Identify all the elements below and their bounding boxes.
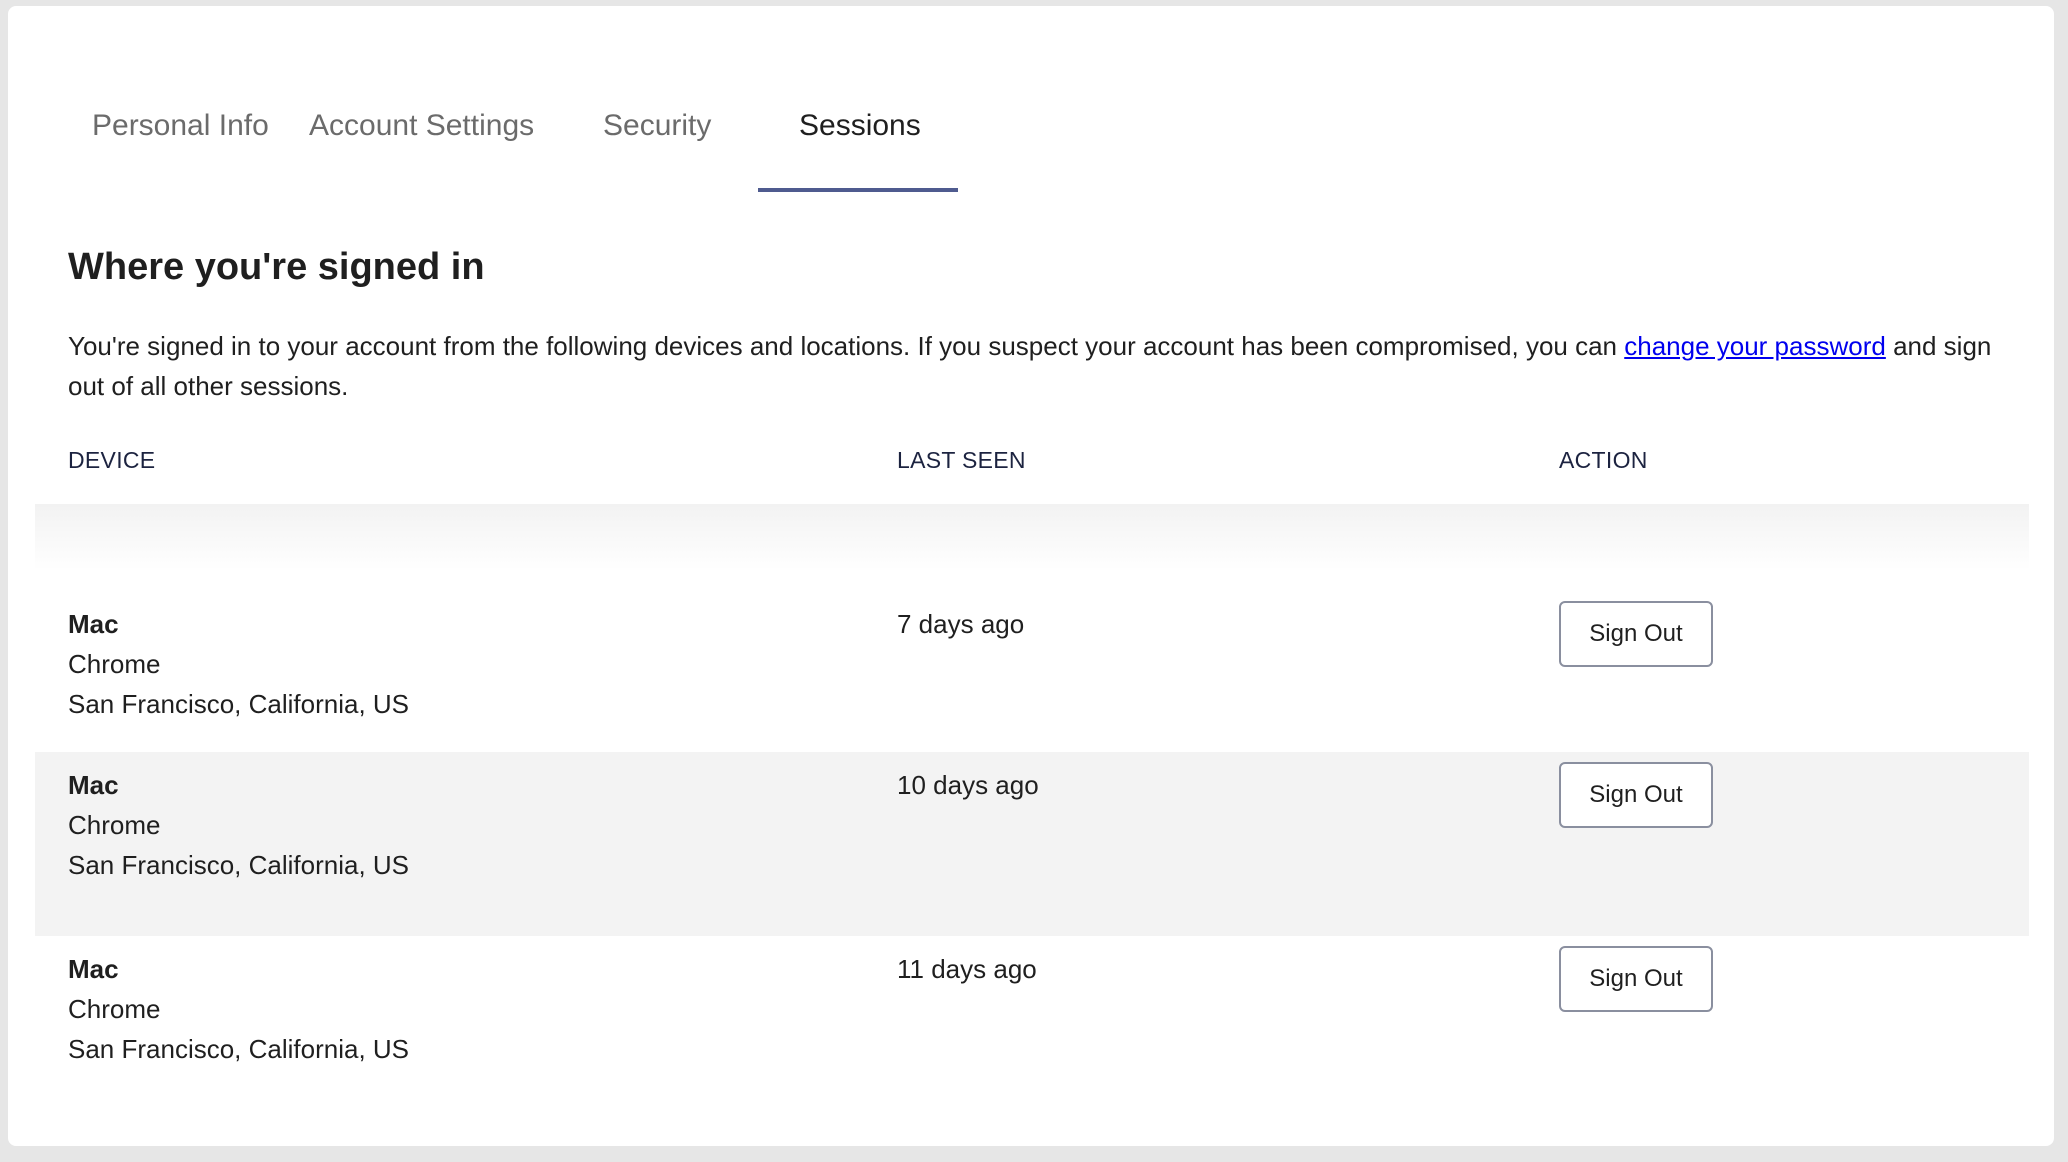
- device-location: San Francisco, California, US: [68, 850, 410, 880]
- sessions-intro-text: You're signed in to your account from th…: [68, 326, 2018, 406]
- sessions-card: Personal Info Account Settings Security …: [8, 6, 2054, 1146]
- intro-text-start: You're signed in to your account from th…: [68, 331, 1625, 361]
- device-name: Mac: [68, 609, 119, 639]
- tab-bar: Personal Info Account Settings Security …: [8, 6, 2054, 194]
- section-title: Where you're signed in: [68, 246, 485, 288]
- change-password-link[interactable]: change your password: [1624, 331, 1886, 361]
- tab-account-settings[interactable]: Account Settings: [309, 108, 534, 144]
- tab-security[interactable]: Security: [603, 108, 711, 144]
- column-header-action: ACTION: [1559, 447, 1648, 473]
- device-location: San Francisco, California, US: [68, 689, 410, 719]
- device-location: San Francisco, California, US: [68, 1034, 410, 1064]
- device-name: Mac: [68, 770, 119, 800]
- device-name: Mac: [68, 954, 119, 984]
- tab-personal-info[interactable]: Personal Info: [92, 108, 269, 144]
- table-header-divider: [35, 504, 2029, 570]
- column-header-last-seen: LAST SEEN: [897, 447, 1026, 473]
- sign-out-button[interactable]: Sign Out: [1559, 946, 1713, 1012]
- device-browser: Chrome: [68, 994, 161, 1024]
- last-seen: 10 days ago: [897, 770, 1039, 800]
- last-seen: 11 days ago: [897, 954, 1037, 984]
- device-browser: Chrome: [68, 649, 161, 679]
- tab-sessions[interactable]: Sessions: [799, 108, 921, 144]
- session-row: Mac Chrome San Francisco, California, US…: [35, 752, 2029, 936]
- sign-out-button[interactable]: Sign Out: [1559, 762, 1713, 828]
- sign-out-button[interactable]: Sign Out: [1559, 601, 1713, 667]
- device-browser: Chrome: [68, 810, 161, 840]
- session-row: Mac Chrome San Francisco, California, US…: [35, 936, 2029, 1120]
- active-tab-indicator: [758, 188, 958, 192]
- session-row: Mac Chrome San Francisco, California, US…: [35, 591, 2029, 775]
- column-header-device: DEVICE: [68, 447, 156, 473]
- last-seen: 7 days ago: [897, 609, 1025, 639]
